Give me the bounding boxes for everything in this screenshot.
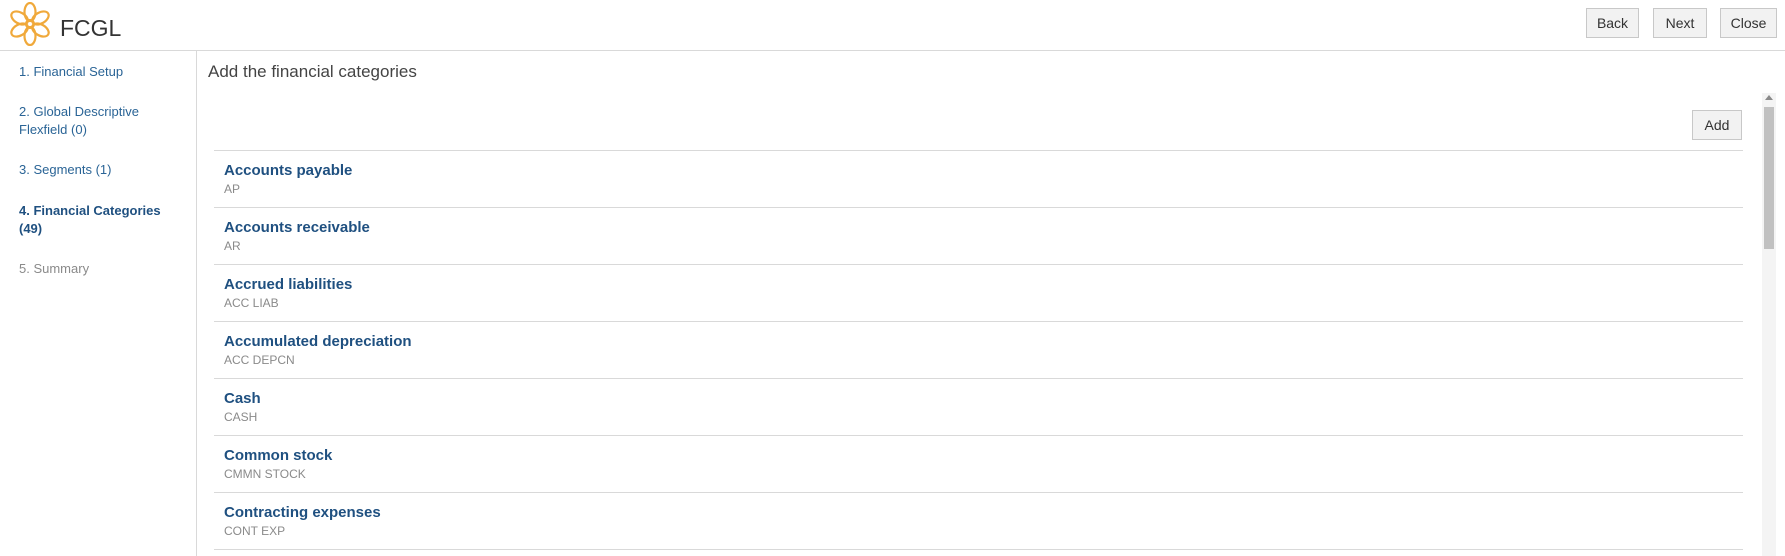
scrollbar-thumb[interactable] <box>1764 107 1774 249</box>
app-title: FCGL <box>60 15 122 41</box>
category-code: CASH <box>224 410 258 424</box>
category-code: ACC LIAB <box>224 296 279 310</box>
step-global-descriptive-flexfield[interactable]: 2. Global Descriptive Flexfield (0) <box>19 103 179 139</box>
back-button[interactable]: Back <box>1586 8 1639 38</box>
scroll-up-arrow-icon[interactable] <box>1765 95 1773 100</box>
step-segments[interactable]: 3. Segments (1) <box>19 161 179 179</box>
list-item[interactable]: Cash CASH <box>214 379 1743 436</box>
app-header: FCGL Back Next Close <box>0 0 1785 51</box>
step-summary: 5. Summary <box>19 261 90 276</box>
category-name[interactable]: Common stock <box>224 447 332 464</box>
list-item[interactable]: Accumulated depreciation ACC DEPCN <box>214 322 1743 379</box>
category-name[interactable]: Accounts payable <box>224 162 352 179</box>
list-item[interactable]: Accounts receivable AR <box>214 208 1743 265</box>
category-name[interactable]: Accrued liabilities <box>224 276 352 293</box>
category-code: AR <box>224 239 241 253</box>
main-content: Add the financial categories Add Account… <box>197 51 1785 556</box>
list-item[interactable]: Accrued liabilities ACC LIAB <box>214 265 1743 322</box>
next-button[interactable]: Next <box>1653 8 1707 38</box>
category-code: CMMN STOCK <box>224 467 306 481</box>
category-code: ACC DEPCN <box>224 353 295 367</box>
category-code: CONT EXP <box>224 524 286 538</box>
page-title: Add the financial categories <box>208 62 417 81</box>
financial-categories-list: Accounts payable AP Accounts receivable … <box>214 150 1743 550</box>
category-code: AP <box>224 182 241 196</box>
list-item[interactable]: Common stock CMMN STOCK <box>214 436 1743 493</box>
category-name[interactable]: Cash <box>224 390 261 407</box>
list-item[interactable]: Contracting expenses CONT EXP <box>214 493 1743 550</box>
category-name[interactable]: Accumulated depreciation <box>224 333 412 350</box>
vertical-scrollbar[interactable] <box>1762 93 1776 556</box>
category-name[interactable]: Contracting expenses <box>224 504 381 521</box>
add-category-button[interactable]: Add <box>1692 110 1742 140</box>
step-financial-setup[interactable]: 1. Financial Setup <box>19 63 179 81</box>
step-financial-categories[interactable]: 4. Financial Categories (49) <box>19 202 179 238</box>
list-item[interactable]: Accounts payable AP <box>214 151 1743 208</box>
category-name[interactable]: Accounts receivable <box>224 219 370 236</box>
close-button[interactable]: Close <box>1720 8 1777 38</box>
wizard-steps-sidebar: 1. Financial Setup 2. Global Descriptive… <box>0 51 197 556</box>
flower-logo-icon <box>10 2 50 46</box>
